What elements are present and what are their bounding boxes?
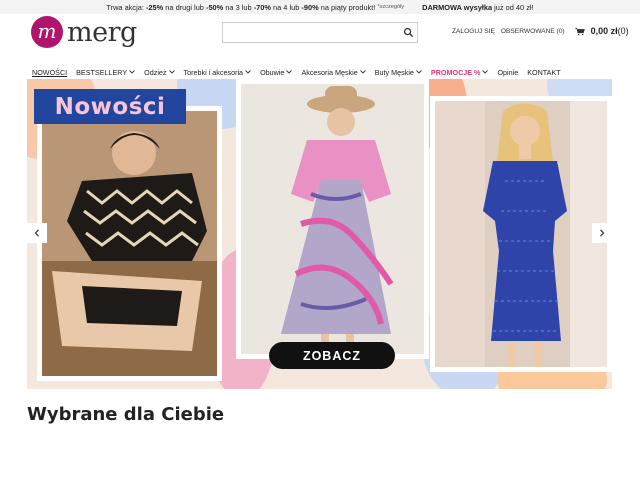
nav-label: Akcesoria Męskie	[301, 67, 358, 77]
promo-text-3: na 4 lub	[273, 2, 300, 12]
cart-price: 0,00 zł	[590, 26, 618, 36]
nav-label: Opinie	[497, 67, 519, 77]
logo-text: merg	[67, 16, 137, 48]
search-icon[interactable]	[403, 27, 414, 38]
site-logo[interactable]: m merg	[31, 16, 137, 48]
chevron-down-icon	[168, 70, 175, 74]
banner-headline-box: Nowości	[34, 89, 186, 124]
promo-details-link[interactable]: *szczegóły	[377, 4, 404, 10]
main-nav: NOWOŚCI BESTSELLERY Odzież Torebki i akc…	[32, 66, 570, 78]
nav-label: Odzież	[144, 67, 167, 77]
search-box	[222, 22, 418, 43]
section-title: Wybrane dla Ciebie	[27, 404, 225, 425]
promo-pre: Trwa akcja:	[106, 2, 144, 12]
logo-letter: m	[37, 19, 57, 43]
logo-mark: m	[31, 16, 63, 48]
nav-item-kontakt[interactable]: KONTAKT	[527, 68, 560, 77]
chevron-down-icon	[482, 70, 489, 74]
promo-text-2: na 3 lub	[225, 2, 252, 12]
cart-button[interactable]: 0,00 zł (0)	[574, 26, 629, 36]
nav-label: NOWOŚCI	[32, 67, 68, 77]
nav-item-bestsellery[interactable]: BESTSELLERY	[76, 68, 135, 77]
promo-discount-2: -50%	[205, 2, 224, 12]
chevron-down-icon	[245, 70, 251, 74]
nav-label: Buty Męskie	[374, 67, 414, 77]
chevron-right-icon	[600, 229, 605, 237]
nav-label: BESTSELLERY	[76, 67, 128, 77]
carousel-next-button[interactable]	[592, 223, 612, 243]
lace-dress-illustration	[435, 101, 607, 367]
watched-link[interactable]: OBSERWOWANE (0)	[501, 28, 565, 35]
nav-label: PROMOCJE %	[430, 67, 481, 77]
banner-cta-button[interactable]: ZOBACZ	[269, 342, 395, 369]
banner-headline: Nowości	[54, 93, 166, 120]
product-photo-floral-dress	[236, 79, 429, 359]
login-link[interactable]: ZALOGUJ SIĘ	[452, 28, 495, 35]
chevron-down-icon	[129, 70, 135, 74]
nav-item-buty-meskie[interactable]: Buty Męskie	[375, 68, 422, 77]
nav-item-opinie[interactable]: Opinie	[497, 68, 518, 77]
nav-item-promocje[interactable]: PROMOCJE %	[431, 68, 489, 77]
knit-set-illustration	[42, 111, 217, 376]
chevron-down-icon	[359, 70, 366, 74]
header-links: ZALOGUJ SIĘ OBSERWOWANE (0) 0,00 zł (0)	[452, 26, 629, 36]
nav-item-torebki[interactable]: Torebki i akcesoria	[184, 68, 252, 77]
shipping-bold: DARMOWA wysyłka	[422, 2, 493, 12]
search-input[interactable]	[223, 23, 399, 42]
nav-label: KONTAKT	[527, 67, 561, 77]
promo-text-1: na drugi lub	[165, 2, 204, 12]
cart-icon	[574, 27, 585, 35]
promo-discount-1: -25%	[145, 2, 164, 12]
promo-bar: Trwa akcja: -25% na drugi lub -50% na 3 …	[0, 0, 640, 14]
nav-label: Obuwie	[260, 67, 285, 77]
nav-item-obuwie[interactable]: Obuwie	[260, 67, 293, 77]
chevron-down-icon	[416, 70, 422, 74]
nav-item-akcesoria-meskie[interactable]: Akcesoria Męskie	[301, 67, 366, 77]
carousel-prev-button[interactable]	[27, 223, 47, 243]
nav-item-odziez[interactable]: Odzież	[144, 67, 175, 77]
hero-banner[interactable]: Nowości ZOBACZ	[27, 79, 612, 389]
promo-text-4: na piąty produkt!	[320, 2, 376, 12]
product-photo-lace-dress	[430, 96, 612, 372]
chevron-left-icon	[34, 229, 39, 237]
floral-dress-illustration	[241, 84, 424, 354]
promo-discount-4: -90%	[301, 2, 319, 12]
nav-item-nowosci[interactable]: NOWOŚCI	[32, 68, 67, 77]
chevron-down-icon	[286, 70, 293, 74]
product-photo-knit-set	[37, 106, 222, 381]
shipping-rest: już od 40 zł!	[494, 2, 534, 12]
cart-count: (0)	[617, 26, 629, 36]
promo-discount-3: -70%	[253, 2, 271, 12]
nav-label: Torebki i akcesoria	[183, 67, 244, 77]
